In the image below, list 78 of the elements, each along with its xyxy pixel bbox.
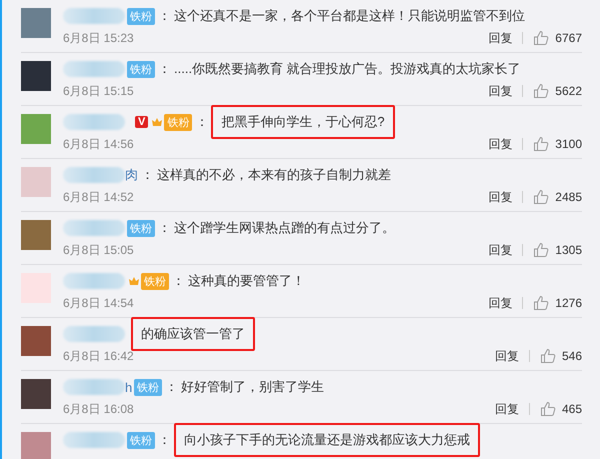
blurred-username (63, 114, 125, 130)
fan-badge: 铁粉 (127, 220, 155, 236)
fan-badge: 铁粉 (141, 272, 169, 290)
comment-time: 6月8日 14:52 (63, 188, 134, 206)
thumbs-up-icon[interactable] (533, 136, 550, 152)
comment-time: 6月8日 15:05 (63, 242, 134, 258)
avatar-photo-placeholder[interactable] (21, 220, 51, 250)
thumbs-up-icon[interactable] (540, 348, 556, 364)
like-count: 2485 (555, 190, 582, 204)
reply-link[interactable]: 回复 (488, 30, 512, 46)
comment-text: 这个还真不是一家，各个平台都是这样！只能说明监管不到位 (174, 7, 525, 25)
reply-link[interactable]: 回复 (494, 400, 519, 418)
avatar-photo-placeholder[interactable] (21, 167, 51, 197)
colon: ： (195, 113, 208, 131)
thumbs-up-icon[interactable] (533, 295, 550, 311)
crown-icon (129, 276, 139, 286)
colon: ： (172, 272, 185, 290)
thumbs-up-icon[interactable] (533, 189, 550, 205)
thumbs-up-icon[interactable] (533, 83, 550, 99)
thumbs-up-icon[interactable] (533, 30, 550, 46)
comment-text: 这种真的要管管了！ (188, 272, 305, 290)
fan-badge: 铁粉 (134, 378, 162, 396)
colon: ： (158, 60, 171, 78)
colon: ： (165, 378, 178, 396)
reply-link[interactable]: 回复 (488, 242, 512, 258)
crown-icon (152, 117, 162, 127)
like-count: 5622 (555, 84, 582, 98)
like-count: 1276 (555, 296, 582, 310)
blurred-username (63, 432, 125, 448)
comment-text: 这个蹭学生网课热点蹭的有点过分了。 (174, 219, 395, 237)
avatar-photo-placeholder[interactable] (21, 114, 51, 144)
comment-time: 6月8日 14:54 (63, 294, 134, 312)
reply-link[interactable]: 回复 (488, 82, 512, 100)
avatar-photo-placeholder[interactable] (21, 8, 51, 38)
blurred-username (63, 167, 125, 183)
comment-text: 向小孩子下手的无论流量还是游戏都应该大力惩戒 (174, 423, 480, 457)
fan-badge: 铁粉 (127, 60, 155, 78)
avatar-photo-placeholder[interactable] (21, 326, 51, 356)
comment-text: 好好管制了，别害了学生 (181, 378, 324, 396)
blurred-username (63, 220, 125, 236)
thumbs-up-icon[interactable] (540, 401, 556, 417)
fan-badge: 铁粉 (127, 432, 155, 448)
blurred-username (63, 379, 125, 395)
comment-time: 6月8日 16:08 (63, 400, 134, 418)
avatar-photo-placeholder[interactable] (21, 61, 51, 91)
avatar-photo-placeholder[interactable] (21, 432, 51, 459)
comment-text: 把黑手伸向学生，于心何忍? (211, 105, 395, 139)
comment-time: 6月8日 14:56 (63, 136, 134, 152)
thumbs-up-icon[interactable] (533, 242, 550, 258)
blurred-username (63, 61, 125, 77)
colon: ： (141, 166, 154, 184)
blurred-username (63, 273, 125, 289)
like-count: 1305 (555, 243, 582, 257)
comment-text: 这样真的不必，本来有的孩子自制力就差 (157, 166, 391, 184)
comment-time: 6月8日 15:23 (63, 30, 134, 46)
blurred-username (63, 326, 125, 342)
like-count: 546 (562, 349, 582, 363)
colon: ： (158, 7, 171, 25)
comment-text: 的确应该管一管了 (131, 317, 255, 351)
like-count: 465 (562, 402, 582, 416)
colon: ： (158, 219, 171, 237)
username-fragment[interactable]: 肉 (125, 166, 138, 184)
like-count: 3100 (555, 137, 582, 151)
colon: ： (158, 431, 171, 449)
reply-link[interactable]: 回复 (488, 136, 512, 152)
comment-text: .....你既然要搞教育 就合理投放广告。投游戏真的太坑家长了 (174, 60, 521, 78)
verified-badge: V (135, 116, 148, 128)
username-fragment[interactable]: h (125, 380, 132, 394)
fan-badge: 铁粉 (164, 114, 192, 130)
blurred-username (63, 8, 125, 24)
comment-time: 6月8日 15:15 (63, 82, 134, 100)
avatar-photo-placeholder[interactable] (21, 379, 51, 409)
reply-link[interactable]: 回复 (488, 188, 512, 206)
like-count: 6767 (555, 31, 582, 45)
reply-link[interactable]: 回复 (494, 348, 519, 364)
comment-time: 6月8日 16:42 (63, 348, 134, 364)
fan-badge: 铁粉 (127, 8, 155, 24)
reply-link[interactable]: 回复 (488, 294, 512, 312)
